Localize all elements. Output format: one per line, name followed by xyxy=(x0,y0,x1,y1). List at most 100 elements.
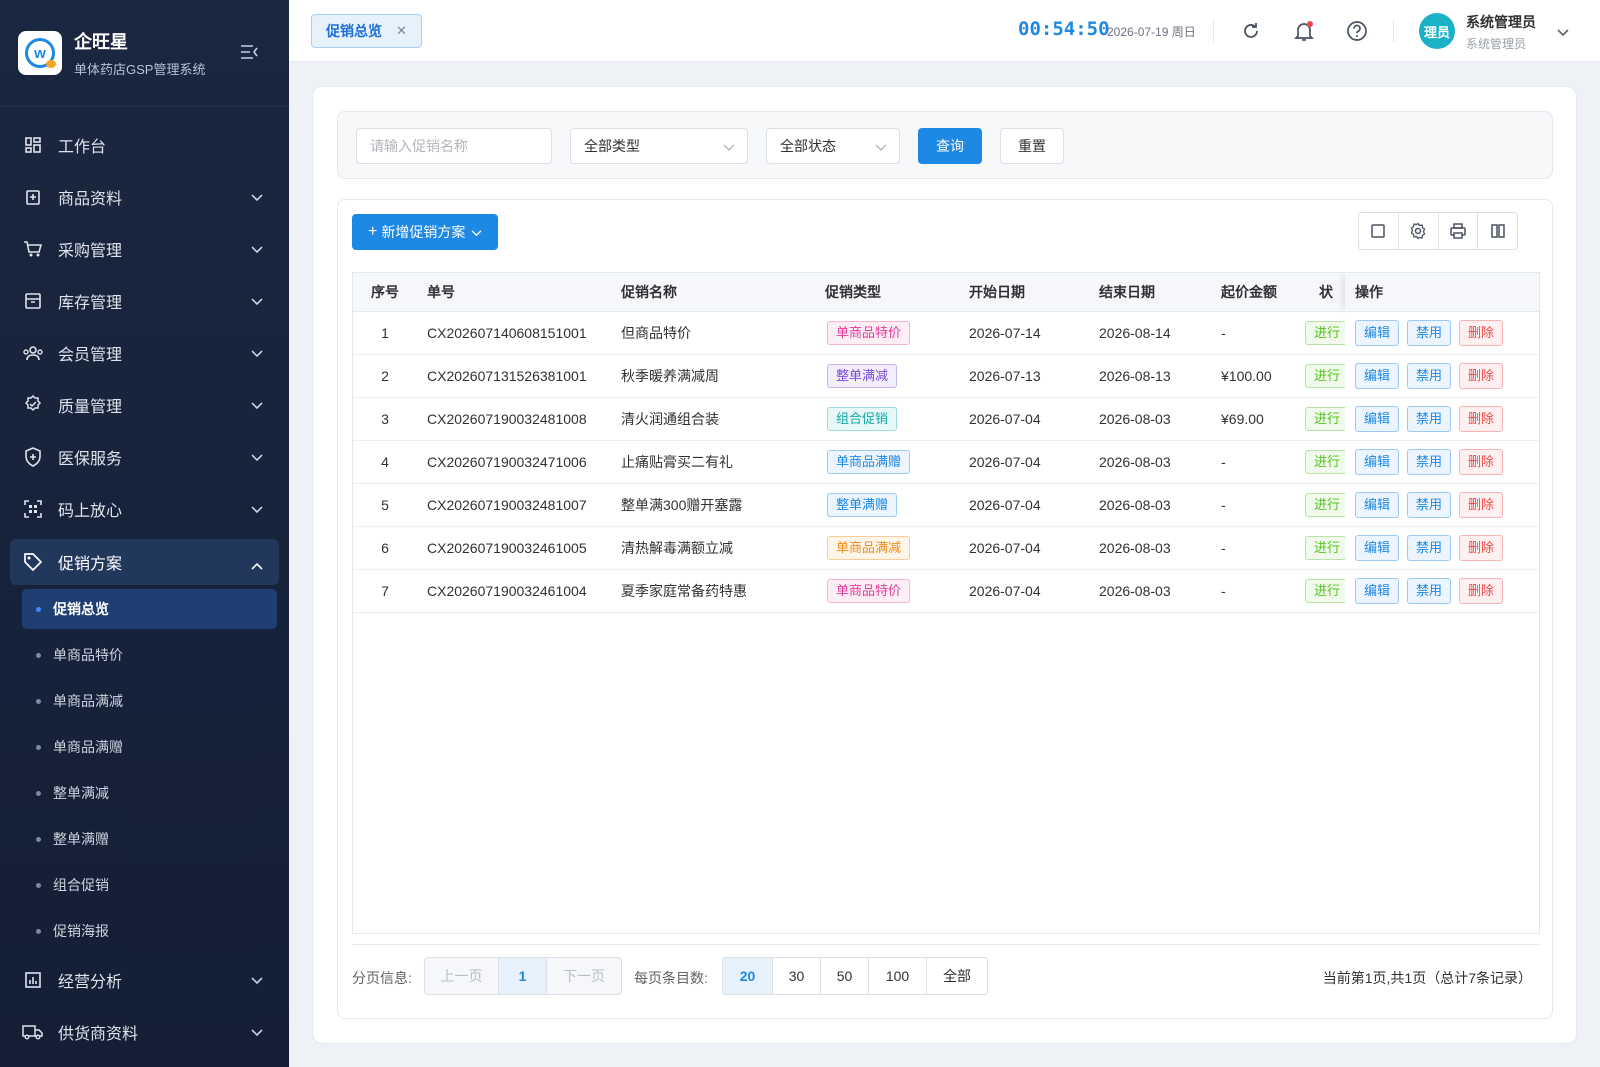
print-icon[interactable] xyxy=(1439,213,1479,249)
submenu-item-overview[interactable]: 促销总览 xyxy=(22,589,277,629)
disable-button[interactable]: 禁用 xyxy=(1407,405,1452,432)
submenu-item-order-reduce[interactable]: 整单满减 xyxy=(0,770,289,816)
chevron-down-icon[interactable] xyxy=(1557,24,1569,42)
promotion-type-select[interactable]: 全部类型 xyxy=(570,128,748,164)
chevron-down-icon xyxy=(723,139,735,155)
cell-end-date: 2026-08-03 xyxy=(1069,526,1191,570)
disable-button[interactable]: 禁用 xyxy=(1407,577,1452,604)
columns-icon[interactable] xyxy=(1478,213,1517,249)
app-logo: w xyxy=(18,31,62,75)
collapse-sidebar-icon[interactable] xyxy=(240,44,260,65)
cell-min-amount: - xyxy=(1191,440,1305,484)
disable-button[interactable]: 禁用 xyxy=(1407,319,1452,346)
col-header: 操作 xyxy=(1345,273,1539,312)
edit-button[interactable]: 编辑 xyxy=(1355,491,1400,518)
delete-button[interactable]: 删除 xyxy=(1459,405,1504,432)
add-promotion-button[interactable]: + 新增促销方案 xyxy=(352,214,499,250)
delete-button[interactable]: 删除 xyxy=(1459,491,1504,518)
sidebar-item-inventory[interactable]: 库存管理 xyxy=(0,275,289,327)
dashboard-icon xyxy=(22,134,44,156)
delete-button[interactable]: 删除 xyxy=(1459,319,1504,346)
edit-button[interactable]: 编辑 xyxy=(1355,534,1400,561)
close-tab-icon[interactable]: ✕ xyxy=(396,23,407,39)
submenu-item-single-special[interactable]: 单商品特价 xyxy=(0,632,289,678)
page-size-option[interactable]: 全部 xyxy=(927,958,987,994)
bell-icon[interactable] xyxy=(1291,18,1317,44)
chevron-down-icon xyxy=(251,397,263,415)
cell-type: 单商品满减 xyxy=(817,526,951,570)
edit-button[interactable]: 编辑 xyxy=(1355,448,1400,475)
sidebar-item-label: 商品资料 xyxy=(58,191,123,208)
help-icon[interactable] xyxy=(1344,18,1370,44)
disable-button[interactable]: 禁用 xyxy=(1407,448,1452,475)
delete-button[interactable]: 删除 xyxy=(1459,362,1504,389)
sidebar-item-purchase[interactable]: 采购管理 xyxy=(0,223,289,275)
cell-start-date: 2026-07-04 xyxy=(951,440,1069,484)
table-row[interactable]: 2 CX202607131526381001 秋季暖养满减周 整单满减 2026-07-… xyxy=(353,354,1539,398)
query-button[interactable]: 查询 xyxy=(918,128,982,164)
cell-actions: 编辑 禁用 删除 xyxy=(1345,354,1539,398)
edit-button[interactable]: 编辑 xyxy=(1355,577,1400,604)
cell-type: 单商品特价 xyxy=(817,569,951,613)
fullscreen-icon[interactable] xyxy=(1359,213,1399,249)
pagination: 分页信息: 上一页 1 下一页 每页条目数: 20 30 50 100 全部 当… xyxy=(352,944,1540,1002)
delete-button[interactable]: 删除 xyxy=(1459,448,1504,475)
page-number-button[interactable]: 1 xyxy=(499,958,547,994)
table-row[interactable]: 6 CX202607190032461005 清热解毒满额立减 单商品满减 2026-0… xyxy=(353,526,1539,570)
promotion-name-search-input[interactable]: 请输入促销名称 xyxy=(356,128,552,164)
delete-button[interactable]: 删除 xyxy=(1459,577,1504,604)
submenu-item-single-gift[interactable]: 单商品满赠 xyxy=(0,724,289,770)
promotion-type-tag: 单商品满减 xyxy=(827,535,911,560)
next-page-button[interactable]: 下一页 xyxy=(547,958,621,994)
edit-button[interactable]: 编辑 xyxy=(1355,362,1400,389)
submenu-item-order-gift[interactable]: 整单满赠 xyxy=(0,816,289,862)
edit-button[interactable]: 编辑 xyxy=(1355,405,1400,432)
page-size-option[interactable]: 100 xyxy=(869,958,927,994)
edit-button[interactable]: 编辑 xyxy=(1355,319,1400,346)
submenu-item-combo[interactable]: 组合促销 xyxy=(0,862,289,908)
disable-button[interactable]: 禁用 xyxy=(1407,362,1452,389)
refresh-icon[interactable] xyxy=(1238,18,1264,44)
prev-page-button[interactable]: 上一页 xyxy=(425,958,499,994)
cell-actions: 编辑 禁用 删除 xyxy=(1345,440,1539,484)
sidebar-item-members[interactable]: 会员管理 xyxy=(0,327,289,379)
sidebar-item-promotion[interactable]: 促销方案 xyxy=(10,539,279,585)
promotion-status-select[interactable]: 全部状态 xyxy=(766,128,900,164)
sidebar-item-dashboard[interactable]: 工作台 xyxy=(0,119,289,171)
table-toolbar xyxy=(1358,212,1518,250)
reset-button[interactable]: 重置 xyxy=(1000,128,1064,164)
page-size-option[interactable]: 50 xyxy=(821,958,869,994)
table-row[interactable]: 5 CX202607190032481007 整单满300赠开塞露 整单满赠 2026-… xyxy=(353,483,1539,527)
promotion-type-tag: 单商品特价 xyxy=(827,578,911,603)
cell-promotion-name: 止痛贴膏买二有礼 xyxy=(621,440,817,484)
product-icon xyxy=(22,186,44,208)
submenu-item-label: 整单满赠 xyxy=(53,831,109,847)
delete-button[interactable]: 删除 xyxy=(1459,534,1504,561)
disable-button[interactable]: 禁用 xyxy=(1407,534,1452,561)
cell-type: 组合促销 xyxy=(817,397,951,441)
submenu-item-single-reduce[interactable]: 单商品满减 xyxy=(0,678,289,724)
table-row[interactable]: 3 CX202607190032481008 清火润通组合装 组合促销 2026-07-… xyxy=(353,397,1539,441)
table-row[interactable]: 1 CX202607140608151001 但商品特价 单商品特价 2026-07-1… xyxy=(353,311,1539,355)
main-content: 请输入促销名称 全部类型 全部状态 查询 重置 + 新增促销方案 序号 单号 促… xyxy=(312,86,1577,1044)
cell-type: 单商品满赠 xyxy=(817,440,951,484)
table-row[interactable]: 4 CX202607190032471006 止痛贴膏买二有礼 单商品满赠 2026-0… xyxy=(353,440,1539,484)
submenu-item-poster[interactable]: 促销海报 xyxy=(0,908,289,954)
sidebar-item-quality[interactable]: 质量管理 xyxy=(0,379,289,431)
col-header: 起价金额 xyxy=(1191,273,1305,312)
sidebar-item-products[interactable]: 商品资料 xyxy=(0,171,289,223)
user-name[interactable]: 系统管理员 xyxy=(1466,12,1536,32)
sidebar-item-insurance[interactable]: 医保服务 xyxy=(0,431,289,483)
cell-order-no: CX202607190032461005 xyxy=(417,526,621,570)
tab-promotion-overview[interactable]: 促销总览 ✕ xyxy=(311,14,422,48)
page-size-option[interactable]: 20 xyxy=(723,958,773,994)
sidebar-item-suppliers[interactable]: 供货商资料 xyxy=(0,1006,289,1058)
gear-icon[interactable] xyxy=(1399,213,1439,249)
disable-button[interactable]: 禁用 xyxy=(1407,491,1452,518)
avatar[interactable]: 理员 xyxy=(1419,13,1455,49)
cell-end-date: 2026-08-14 xyxy=(1069,311,1191,355)
table-row[interactable]: 7 CX202607190032461004 夏季家庭常备药特惠 单商品特价 2026-… xyxy=(353,569,1539,613)
sidebar-item-analytics[interactable]: 经营分析 xyxy=(0,954,289,1006)
sidebar-item-trace-code[interactable]: 码上放心 xyxy=(0,483,289,535)
page-size-option[interactable]: 30 xyxy=(773,958,821,994)
